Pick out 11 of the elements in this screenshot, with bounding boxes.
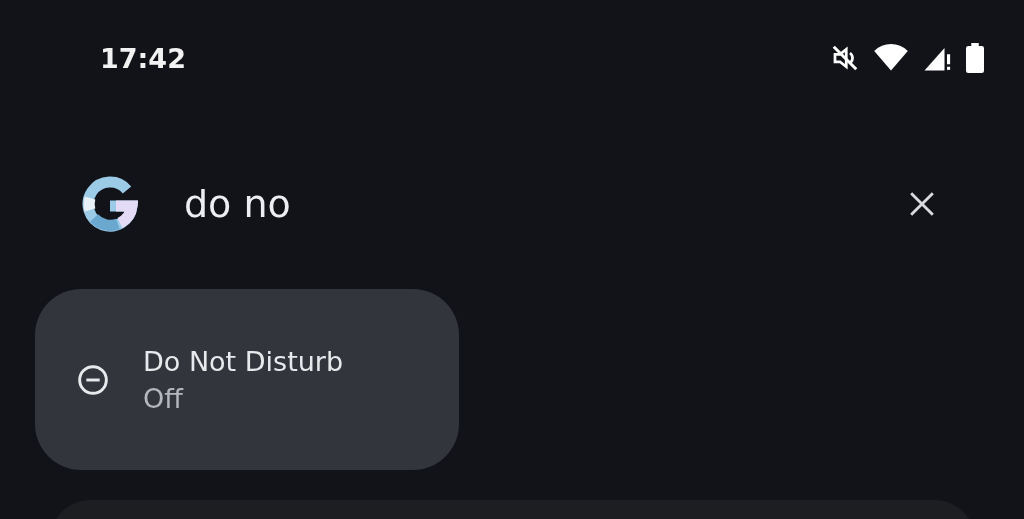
battery-icon <box>966 43 984 73</box>
setting-title: Do Not Disturb <box>143 345 344 377</box>
close-icon <box>909 191 935 217</box>
wifi-icon <box>874 44 908 72</box>
g-logo-icon <box>82 176 138 232</box>
do-not-disturb-icon <box>77 363 109 396</box>
muted-speaker-icon <box>830 43 860 73</box>
clock-time: 17:42 <box>100 42 186 74</box>
search-field[interactable]: do no <box>184 176 906 232</box>
setting-chip[interactable]: Do Not Disturb Off <box>35 289 459 470</box>
setting-state: Off <box>143 382 185 414</box>
